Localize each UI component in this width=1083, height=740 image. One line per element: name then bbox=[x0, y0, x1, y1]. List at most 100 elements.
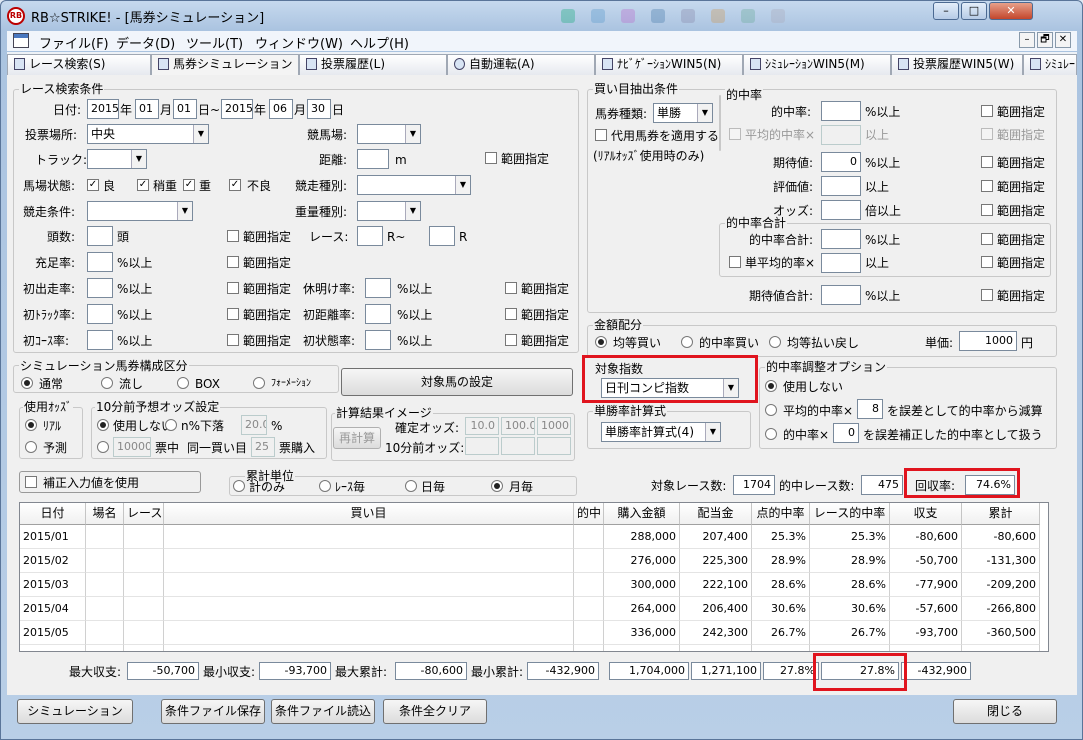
race-no-to-input[interactable] bbox=[429, 226, 455, 246]
table-cell[interactable]: 30.6% bbox=[752, 597, 810, 621]
table-cell[interactable]: 167,600 bbox=[680, 645, 752, 651]
aggregate-race-radio[interactable] bbox=[319, 480, 331, 492]
heads-range-checkbox[interactable] bbox=[227, 230, 239, 242]
odds-10-pct-input[interactable]: 20.0 bbox=[241, 415, 267, 435]
recalc-button[interactable]: 再計算 bbox=[333, 427, 381, 449]
tab-vote-history-win5[interactable]: 投票履歴WIN5(W) bbox=[891, 54, 1023, 75]
eval-range-checkbox[interactable] bbox=[981, 180, 993, 192]
weight-select[interactable]: ▼ bbox=[357, 201, 421, 221]
distance-input[interactable] bbox=[357, 149, 389, 169]
target-horse-button[interactable]: 対象馬の設定 bbox=[341, 368, 573, 396]
table-cell[interactable]: 2015/04 bbox=[20, 597, 86, 621]
tab-navigation-win5[interactable]: ﾅﾋﾞｹﾞｰｼｮﾝWIN5(N) bbox=[595, 54, 743, 75]
table-cell[interactable]: -432,900 bbox=[962, 645, 1040, 651]
column-header[interactable]: 場名 bbox=[86, 503, 124, 525]
odds-10-pct-radio[interactable] bbox=[165, 419, 177, 431]
column-header[interactable]: レース的中率 bbox=[810, 503, 890, 525]
menu-file[interactable]: ファイル(F) bbox=[39, 33, 109, 52]
table-cell[interactable] bbox=[86, 525, 124, 549]
odds-10-amount-input[interactable]: 10000 bbox=[113, 437, 151, 457]
table-cell[interactable] bbox=[124, 573, 164, 597]
table-cell[interactable]: 28.6% bbox=[752, 573, 810, 597]
table-cell[interactable] bbox=[164, 549, 574, 573]
table-cell[interactable]: 26.7% bbox=[752, 621, 810, 645]
single-avg-checkbox[interactable] bbox=[729, 256, 741, 268]
aggregate-day-radio[interactable] bbox=[405, 480, 417, 492]
expect-sum-input[interactable] bbox=[821, 285, 861, 305]
column-header[interactable]: 日付 bbox=[20, 503, 86, 525]
aggregate-month-radio[interactable] bbox=[491, 480, 503, 492]
first-course-input[interactable] bbox=[87, 330, 113, 350]
date-from-year[interactable]: 2015 bbox=[87, 99, 119, 119]
hit-adjust-correct-input[interactable]: 0 bbox=[833, 423, 859, 443]
money-even-radio[interactable] bbox=[595, 336, 607, 348]
first-distance-range-checkbox[interactable] bbox=[505, 308, 517, 320]
distance-range-checkbox[interactable] bbox=[485, 152, 497, 164]
hit-rate-range-checkbox[interactable] bbox=[981, 105, 993, 117]
condition-good-checkbox[interactable]: ✓ bbox=[87, 179, 99, 191]
table-cell[interactable]: 27.0% bbox=[810, 645, 890, 651]
menu-window[interactable]: ウィンドウ(W) bbox=[255, 33, 343, 52]
expect-input[interactable]: 0 bbox=[821, 152, 861, 172]
aggregate-total-radio[interactable] bbox=[233, 480, 245, 492]
table-cell[interactable]: -131,300 bbox=[962, 549, 1040, 573]
load-conditions-button[interactable]: 条件ファイル読込 bbox=[271, 699, 375, 724]
table-cell[interactable]: -80,600 bbox=[962, 525, 1040, 549]
table-cell[interactable] bbox=[124, 645, 164, 651]
money-even-payout-radio[interactable] bbox=[769, 336, 781, 348]
expect-range-checkbox[interactable] bbox=[981, 156, 993, 168]
odds-input[interactable] bbox=[821, 200, 861, 220]
race-cond-select[interactable]: ▼ bbox=[87, 201, 193, 221]
sim-type-box-radio[interactable] bbox=[177, 377, 189, 389]
mdi-minimize-icon[interactable]: – bbox=[1019, 32, 1035, 48]
table-cell[interactable] bbox=[86, 573, 124, 597]
table-cell[interactable]: -57,600 bbox=[890, 597, 962, 621]
column-header[interactable]: 購入金額 bbox=[604, 503, 680, 525]
minimize-button[interactable]: – bbox=[933, 2, 959, 20]
table-cell[interactable] bbox=[86, 621, 124, 645]
tab-race-search[interactable]: レース検索(S) bbox=[7, 54, 151, 75]
table-cell[interactable] bbox=[164, 621, 574, 645]
table-cell[interactable] bbox=[574, 645, 604, 651]
race-type-select[interactable]: ▼ bbox=[357, 175, 471, 195]
odds-10-amount-radio[interactable] bbox=[97, 441, 109, 453]
odds-range-checkbox[interactable] bbox=[981, 204, 993, 216]
column-header[interactable]: 買い目 bbox=[164, 503, 574, 525]
table-cell[interactable]: 2015/05 bbox=[20, 621, 86, 645]
tab-simulation-win5[interactable]: ｼﾐｭﾚｰｼｮﾝWIN5(M) bbox=[743, 54, 891, 75]
single-avg-input[interactable] bbox=[821, 253, 861, 273]
menu-tools[interactable]: ツール(T) bbox=[186, 33, 243, 52]
table-cell[interactable]: 26.7% bbox=[810, 621, 890, 645]
close-window-button[interactable]: ✕ bbox=[989, 2, 1033, 20]
table-cell[interactable]: 242,300 bbox=[680, 621, 752, 645]
table-cell[interactable] bbox=[574, 549, 604, 573]
hit-sum-range-checkbox[interactable] bbox=[981, 233, 993, 245]
table-cell[interactable] bbox=[574, 525, 604, 549]
table-cell[interactable]: 28.9% bbox=[810, 549, 890, 573]
venue-select[interactable]: 中央 ▼ bbox=[87, 124, 209, 144]
fill-range-checkbox[interactable] bbox=[227, 256, 239, 268]
sim-type-normal-radio[interactable] bbox=[21, 377, 33, 389]
eval-input[interactable] bbox=[821, 176, 861, 196]
simulation-button[interactable]: シミュレーション bbox=[17, 699, 133, 724]
mdi-restore-icon[interactable]: 🗗 bbox=[1037, 32, 1053, 48]
first-condition-range-checkbox[interactable] bbox=[505, 334, 517, 346]
mdi-close-icon[interactable]: ✕ bbox=[1055, 32, 1071, 48]
substitute-checkbox[interactable] bbox=[595, 129, 607, 141]
race-no-from-input[interactable] bbox=[357, 226, 383, 246]
odds-real-radio[interactable] bbox=[25, 419, 37, 431]
date-to-month[interactable]: 06 bbox=[269, 99, 293, 119]
table-cell[interactable]: 288,000 bbox=[604, 525, 680, 549]
first-course-range-checkbox[interactable] bbox=[227, 334, 239, 346]
table-cell[interactable] bbox=[124, 525, 164, 549]
date-from-month[interactable]: 01 bbox=[135, 99, 159, 119]
column-header[interactable]: 累計 bbox=[962, 503, 1040, 525]
maximize-button[interactable]: □ bbox=[961, 2, 987, 20]
column-header[interactable]: レース bbox=[124, 503, 164, 525]
close-button[interactable]: 閉じる bbox=[953, 699, 1057, 724]
table-cell[interactable]: 30.6% bbox=[810, 597, 890, 621]
ticket-type-select[interactable]: 単勝 ▼ bbox=[653, 103, 713, 123]
table-cell[interactable]: 25.3% bbox=[810, 525, 890, 549]
tab-vote-history[interactable]: 投票履歴(L) bbox=[299, 54, 447, 75]
table-cell[interactable]: 276,000 bbox=[604, 549, 680, 573]
